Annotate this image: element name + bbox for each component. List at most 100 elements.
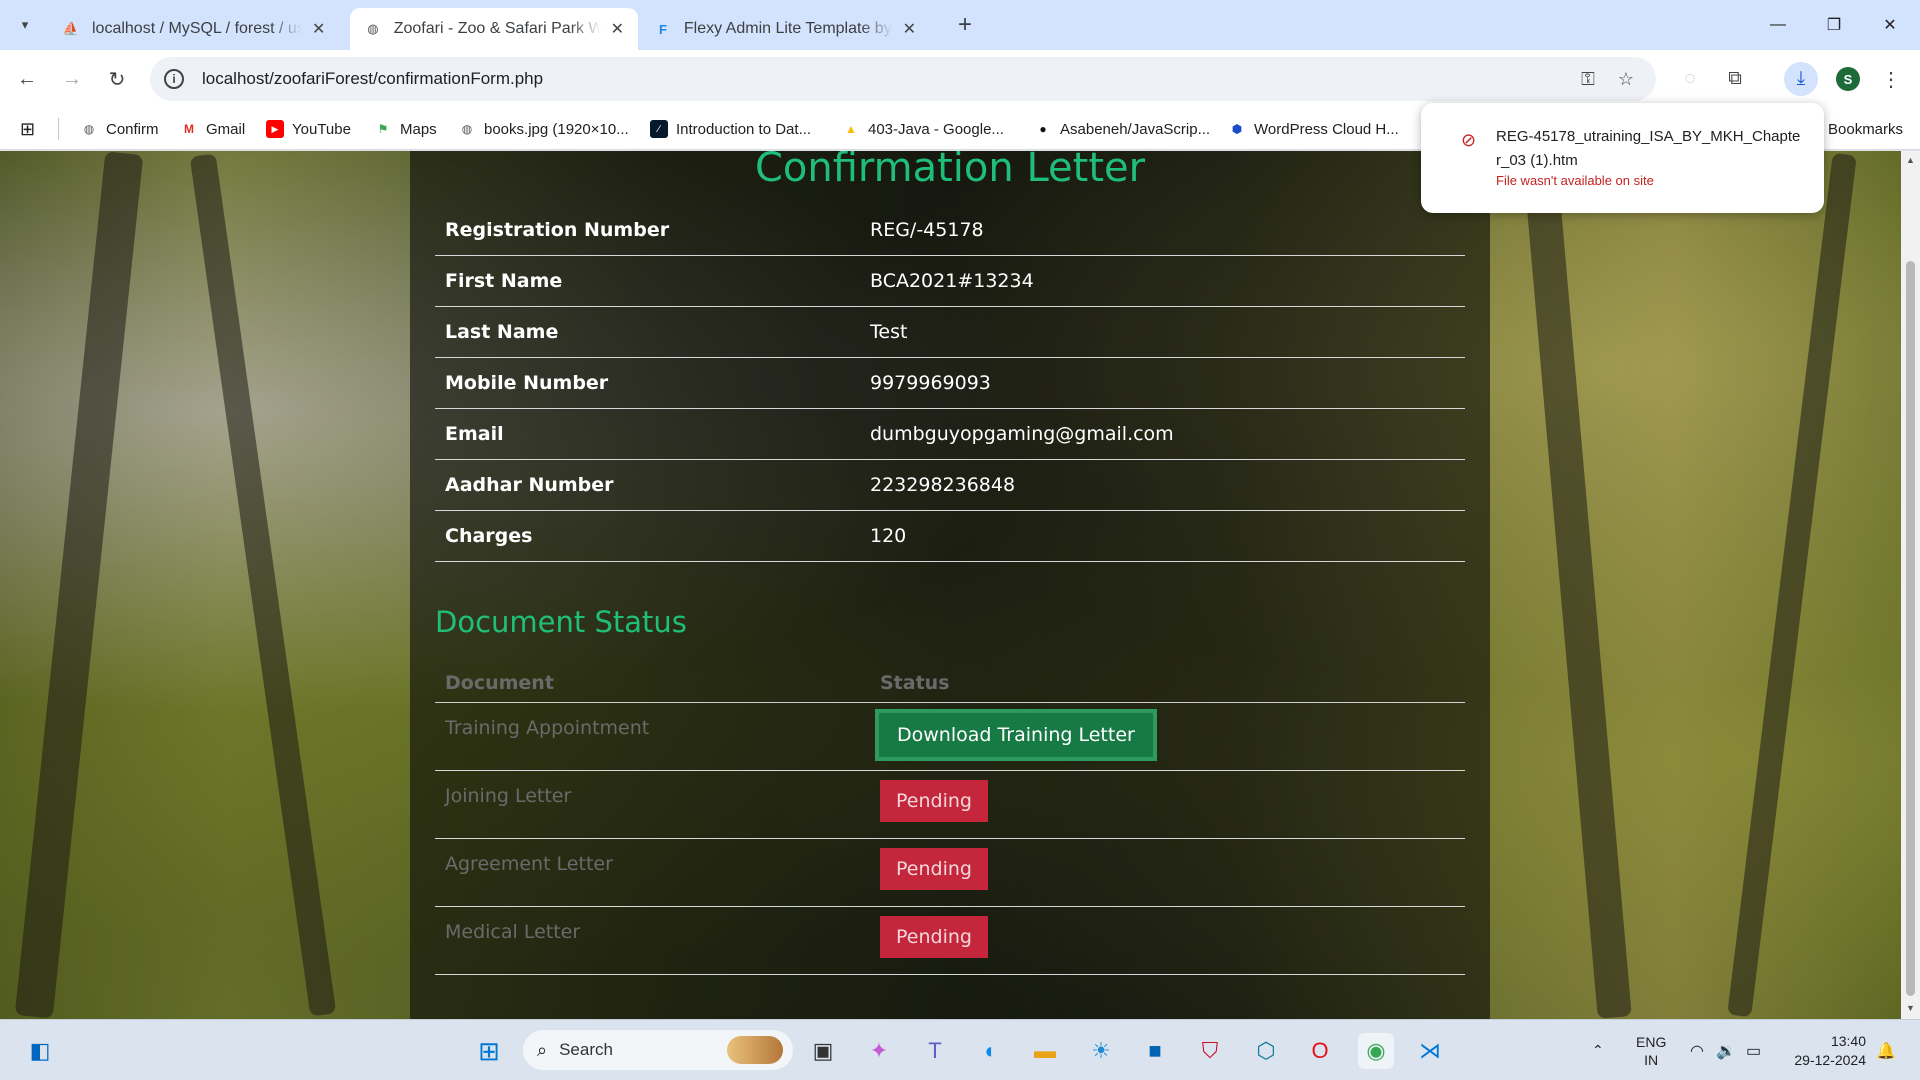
windows-taskbar: ◧ ⊞ ⌕ Search ▣ ✦ T ◐ ▬ ☀ ■ ⛉ ⬡ O ◉ ⋊ ⌃ E… — [0, 1019, 1920, 1080]
page-title: Confirmation Letter — [754, 151, 1146, 191]
field-value: BCA2021#13234 — [870, 270, 1034, 292]
download-filename[interactable]: REG-45178_utraining_ISA_BY_MKH_Chapter_0… — [1496, 125, 1801, 173]
bookmark-wordpress[interactable]: ⬢ WordPress Cloud H... — [1228, 116, 1399, 142]
bookmark-label: 403-Java - Google... — [868, 120, 1004, 138]
pending-status-badge[interactable]: Pending — [880, 780, 988, 822]
globe-icon: ◍ — [367, 21, 379, 36]
url-text[interactable]: localhost/zoofariForest/confirmationForm… — [202, 69, 543, 89]
download-bubble: ⊘ REG-45178_utraining_ISA_BY_MKH_Chapter… — [1421, 103, 1824, 213]
close-icon[interactable]: ✕ — [611, 19, 624, 39]
address-bar[interactable]: i localhost/zoofariForest/confirmationFo… — [150, 57, 1656, 101]
tab-title: Flexy Admin Lite Template by W — [683, 20, 893, 37]
chrome-icon[interactable]: ◉ — [1358, 1033, 1394, 1069]
tab-flexy[interactable]: F Flexy Admin Lite Template by W ✕ — [640, 8, 930, 50]
bookmark-gmail[interactable]: M Gmail — [180, 116, 245, 142]
edge-icon[interactable]: ◐ — [973, 1033, 1009, 1069]
volume-icon[interactable]: 🔉 — [1716, 1020, 1736, 1080]
bookmark-youtube[interactable]: ▶ YouTube — [266, 116, 351, 142]
menu-kebab-icon[interactable]: ⋮ — [1874, 62, 1908, 96]
opera-icon[interactable]: O — [1302, 1033, 1338, 1069]
all-bookmarks-folder[interactable]: Bookmarks — [1828, 116, 1903, 142]
pending-status-badge[interactable]: Pending — [880, 916, 988, 958]
registration-info-table: Registration Number REG/-45178 First Nam… — [435, 205, 1465, 562]
bookmark-label: WordPress Cloud H... — [1254, 120, 1399, 138]
show-hidden-icons-chevron-icon[interactable]: ⌃ — [1592, 1020, 1604, 1080]
table-row: Agreement Letter Pending — [435, 839, 1465, 907]
new-tab-button[interactable]: + — [950, 10, 980, 40]
background-tree-trunk — [1727, 152, 1857, 1018]
forward-button[interactable]: → — [55, 62, 89, 96]
page-scrollbar[interactable]: ▲ ▼ — [1901, 151, 1920, 1019]
tab-zoofari[interactable]: ◍ Zoofari - Zoo & Safari Park Web ✕ — [350, 8, 638, 50]
phpmyadmin-icon: ⛵ — [62, 21, 80, 36]
github-icon: ● — [1039, 122, 1047, 136]
document-status-heading: Document Status — [435, 605, 687, 639]
tab-search-chevron-icon[interactable]: ▾ — [10, 10, 40, 40]
bookmark-confirm[interactable]: ◍ Confirm — [80, 116, 159, 142]
app-icon[interactable]: ⬡ — [1248, 1033, 1284, 1069]
bookmark-label: books.jpg (1920×10... — [484, 120, 629, 138]
close-icon[interactable]: ✕ — [903, 19, 916, 39]
apps-grid-icon[interactable]: ⊞ — [20, 116, 35, 142]
wordpress-icon: ⬢ — [1231, 122, 1243, 136]
scroll-down-arrow-icon[interactable]: ▼ — [1905, 1003, 1916, 1013]
close-icon[interactable]: ✕ — [312, 19, 325, 39]
pending-status-badge[interactable]: Pending — [880, 848, 988, 890]
notification-bell-icon[interactable]: 🔔 — [1876, 1020, 1896, 1080]
field-label: Registration Number — [445, 219, 670, 241]
bookmark-star-icon[interactable]: ☆ — [1612, 65, 1640, 93]
language-code: ENG — [1636, 1033, 1667, 1050]
scroll-thumb[interactable] — [1906, 261, 1915, 996]
language-indicator[interactable]: ENG IN — [1636, 1020, 1666, 1080]
bookmark-books[interactable]: ◍ books.jpg (1920×10... — [458, 116, 629, 142]
clock-date: 29-12-2024 — [1794, 1051, 1866, 1068]
column-header-status: Status — [880, 671, 950, 694]
bookmark-github[interactable]: ● Asabeneh/JavaScrip... — [1034, 116, 1210, 142]
taskbar-search[interactable]: ⌕ Search — [523, 1030, 793, 1070]
site-info-icon[interactable]: i — [164, 69, 184, 89]
bookmark-maps[interactable]: ⚑ Maps — [374, 116, 437, 142]
profile-avatar[interactable]: S — [1836, 67, 1860, 91]
download-training-letter-button[interactable]: Download Training Letter — [875, 709, 1157, 761]
copilot-icon[interactable]: ✦ — [861, 1033, 897, 1069]
youtube-icon: ▶ — [266, 120, 284, 138]
bookmark-datacamp[interactable]: ∕ Introduction to Dat... — [650, 116, 811, 142]
wifi-icon[interactable]: ◠ — [1690, 1020, 1704, 1080]
table-row: Charges 120 — [435, 511, 1465, 562]
close-window-button[interactable]: ✕ — [1862, 0, 1918, 50]
restore-button[interactable]: ❐ — [1806, 0, 1862, 50]
extension-loading-icon[interactable]: ◌ — [1673, 62, 1707, 96]
password-key-icon[interactable]: ⚿ — [1574, 65, 1602, 93]
widgets-icon[interactable]: ◧ — [22, 1033, 58, 1069]
field-value: REG/-45178 — [870, 219, 984, 241]
battery-icon[interactable]: ▭ — [1746, 1020, 1761, 1080]
reload-button[interactable]: ↻ — [100, 62, 134, 96]
mcafee-icon[interactable]: ⛉ — [1192, 1033, 1228, 1069]
scroll-up-arrow-icon[interactable]: ▲ — [1905, 155, 1916, 165]
teams-icon[interactable]: T — [917, 1033, 953, 1069]
datacamp-icon: ∕ — [650, 120, 668, 138]
document-name: Joining Letter — [445, 785, 572, 807]
tab-strip: ▾ ⛵ localhost / MySQL / forest / use ✕ ◍… — [0, 0, 1920, 50]
weather-icon[interactable]: ☀ — [1083, 1033, 1119, 1069]
task-view-icon[interactable]: ▣ — [805, 1033, 841, 1069]
downloads-icon[interactable]: ⤓ — [1784, 62, 1818, 96]
bookmark-label: Gmail — [206, 120, 246, 138]
document-name: Training Appointment — [445, 717, 650, 739]
vscode-icon[interactable]: ⋊ — [1412, 1033, 1448, 1069]
drive-icon: ▲ — [845, 122, 857, 136]
back-button[interactable]: ← — [10, 62, 44, 96]
extensions-puzzle-icon[interactable]: ⧉ — [1718, 62, 1752, 96]
windows-start-icon[interactable]: ⊞ — [471, 1033, 507, 1069]
table-row: Mobile Number 9979969093 — [435, 358, 1465, 409]
clock[interactable]: 13:40 29-12-2024 — [1790, 1020, 1866, 1080]
field-value: 223298236848 — [870, 474, 1016, 496]
microsoft-store-icon[interactable]: ■ — [1137, 1033, 1173, 1069]
region-code: IN — [1644, 1051, 1659, 1068]
file-explorer-icon[interactable]: ▬ — [1027, 1033, 1063, 1069]
browser-toolbar: ← → ↻ i localhost/zoofariForest/confirma… — [0, 50, 1920, 108]
tab-phpmyadmin[interactable]: ⛵ localhost / MySQL / forest / use ✕ — [48, 8, 348, 50]
minimize-button[interactable]: — — [1750, 0, 1806, 50]
field-label: Charges — [445, 525, 533, 547]
bookmark-drive[interactable]: ▲ 403-Java - Google... — [842, 116, 1004, 142]
